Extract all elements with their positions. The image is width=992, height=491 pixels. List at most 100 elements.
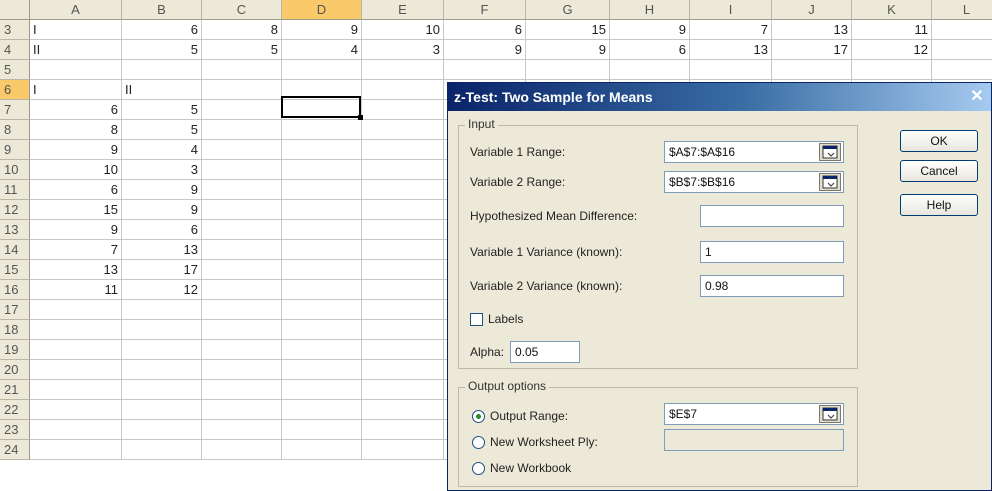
cell-b6[interactable]: II: [122, 80, 202, 100]
column-header-i[interactable]: I: [690, 0, 772, 20]
cell-e20[interactable]: [362, 360, 444, 380]
cell-b21[interactable]: [122, 380, 202, 400]
row-header-17[interactable]: 17: [0, 300, 30, 320]
cell-c6[interactable]: [202, 80, 282, 100]
alpha-field[interactable]: 0.05: [510, 341, 580, 363]
row-header-6[interactable]: 6: [0, 80, 30, 100]
cell-c17[interactable]: [202, 300, 282, 320]
cell-b9[interactable]: 4: [122, 140, 202, 160]
cell-l3[interactable]: [932, 20, 992, 40]
cell-d4[interactable]: 4: [282, 40, 362, 60]
cell-e17[interactable]: [362, 300, 444, 320]
cell-b13[interactable]: 6: [122, 220, 202, 240]
cell-b8[interactable]: 5: [122, 120, 202, 140]
cell-c18[interactable]: [202, 320, 282, 340]
cell-k5[interactable]: [852, 60, 932, 80]
column-header-c[interactable]: C: [202, 0, 282, 20]
cell-a7[interactable]: 6: [30, 100, 122, 120]
cell-b18[interactable]: [122, 320, 202, 340]
cell-b15[interactable]: 17: [122, 260, 202, 280]
collapse-dialog-icon[interactable]: [819, 173, 841, 191]
cell-b7[interactable]: 5: [122, 100, 202, 120]
cell-i5[interactable]: [690, 60, 772, 80]
cell-b12[interactable]: 9: [122, 200, 202, 220]
cell-b5[interactable]: [122, 60, 202, 80]
cell-l4[interactable]: [932, 40, 992, 60]
column-header-l[interactable]: L: [932, 0, 992, 20]
cell-d10[interactable]: [282, 160, 362, 180]
cell-e7[interactable]: [362, 100, 444, 120]
cell-e21[interactable]: [362, 380, 444, 400]
row-header-7[interactable]: 7: [0, 100, 30, 120]
cell-c23[interactable]: [202, 420, 282, 440]
new-worksheet-ply-radio[interactable]: [472, 436, 485, 449]
row-header-11[interactable]: 11: [0, 180, 30, 200]
cell-c8[interactable]: [202, 120, 282, 140]
row-header-3[interactable]: 3: [0, 20, 30, 40]
cell-i3[interactable]: 7: [690, 20, 772, 40]
cell-j3[interactable]: 13: [772, 20, 852, 40]
row-header-18[interactable]: 18: [0, 320, 30, 340]
cell-e5[interactable]: [362, 60, 444, 80]
output-range-field[interactable]: $E$7: [664, 403, 844, 425]
cell-a24[interactable]: [30, 440, 122, 460]
cell-e12[interactable]: [362, 200, 444, 220]
cell-a11[interactable]: 6: [30, 180, 122, 200]
cell-c11[interactable]: [202, 180, 282, 200]
cell-a16[interactable]: 11: [30, 280, 122, 300]
row-header-9[interactable]: 9: [0, 140, 30, 160]
cell-d21[interactable]: [282, 380, 362, 400]
cell-c13[interactable]: [202, 220, 282, 240]
cell-e24[interactable]: [362, 440, 444, 460]
row-header-15[interactable]: 15: [0, 260, 30, 280]
cell-d13[interactable]: [282, 220, 362, 240]
row-header-14[interactable]: 14: [0, 240, 30, 260]
cell-g5[interactable]: [526, 60, 610, 80]
row-header-13[interactable]: 13: [0, 220, 30, 240]
cell-e8[interactable]: [362, 120, 444, 140]
cell-a6[interactable]: I: [30, 80, 122, 100]
cell-b11[interactable]: 9: [122, 180, 202, 200]
cell-d14[interactable]: [282, 240, 362, 260]
cell-d23[interactable]: [282, 420, 362, 440]
row-header-4[interactable]: 4: [0, 40, 30, 60]
cell-e23[interactable]: [362, 420, 444, 440]
var2-variance-field[interactable]: 0.98: [700, 275, 844, 297]
select-all-corner[interactable]: [0, 0, 30, 20]
collapse-dialog-icon[interactable]: [819, 405, 841, 423]
cell-b17[interactable]: [122, 300, 202, 320]
collapse-dialog-icon[interactable]: [819, 143, 841, 161]
cell-c5[interactable]: [202, 60, 282, 80]
cell-k3[interactable]: 11: [852, 20, 932, 40]
cell-c21[interactable]: [202, 380, 282, 400]
var1-range-field[interactable]: $A$7:$A$16: [664, 141, 844, 163]
cell-c12[interactable]: [202, 200, 282, 220]
cell-i4[interactable]: 13: [690, 40, 772, 60]
column-header-d[interactable]: D: [282, 0, 362, 20]
cell-c19[interactable]: [202, 340, 282, 360]
cell-c22[interactable]: [202, 400, 282, 420]
cell-e4[interactable]: 3: [362, 40, 444, 60]
cell-c4[interactable]: 5: [202, 40, 282, 60]
cell-c16[interactable]: [202, 280, 282, 300]
cell-b24[interactable]: [122, 440, 202, 460]
cell-e16[interactable]: [362, 280, 444, 300]
cell-a15[interactable]: 13: [30, 260, 122, 280]
row-header-10[interactable]: 10: [0, 160, 30, 180]
cell-d8[interactable]: [282, 120, 362, 140]
row-header-22[interactable]: 22: [0, 400, 30, 420]
cell-b19[interactable]: [122, 340, 202, 360]
column-header-h[interactable]: H: [610, 0, 690, 20]
cell-a3[interactable]: I: [30, 20, 122, 40]
cell-d17[interactable]: [282, 300, 362, 320]
cell-e10[interactable]: [362, 160, 444, 180]
cell-b4[interactable]: 5: [122, 40, 202, 60]
output-range-radio[interactable]: [472, 410, 485, 423]
cell-a8[interactable]: 8: [30, 120, 122, 140]
cell-d22[interactable]: [282, 400, 362, 420]
cell-e13[interactable]: [362, 220, 444, 240]
row-header-16[interactable]: 16: [0, 280, 30, 300]
cell-b20[interactable]: [122, 360, 202, 380]
hyp-mean-diff-field[interactable]: [700, 205, 844, 227]
cell-e9[interactable]: [362, 140, 444, 160]
